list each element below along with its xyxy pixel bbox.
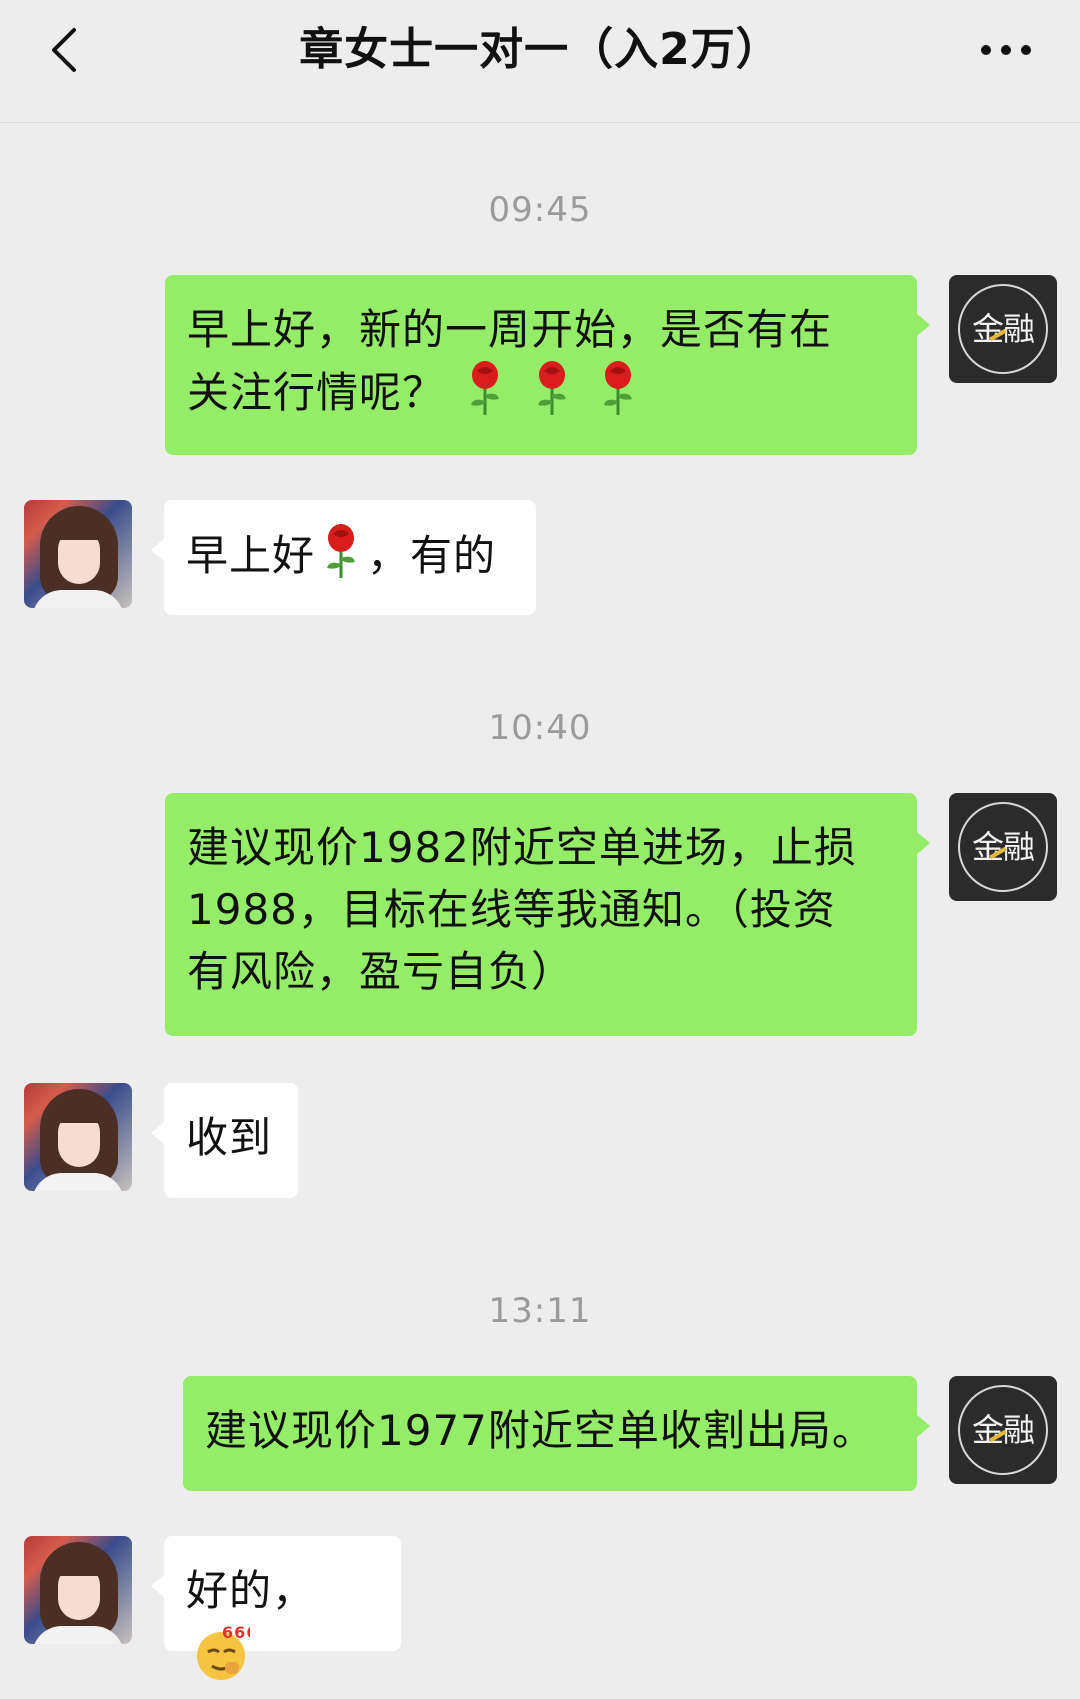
message-text: 早上好 xyxy=(186,531,316,580)
message-timestamp: 09:45 xyxy=(488,190,592,230)
outgoing-message-bubble[interactable]: 建议现价1982附近空单进场，止损 1988，目标在线等我通知。（投资 有风险，… xyxy=(165,793,930,1036)
incoming-message-bubble[interactable]: 好的， 666 xyxy=(151,1536,401,1680)
top-nav-bar: 章女士一对一（入2万） xyxy=(0,0,1080,123)
message-text: 建议现价1977附近空单收割出局。 xyxy=(205,1406,875,1455)
rose-emoji xyxy=(532,361,572,434)
svg-text:666: 666 xyxy=(222,1623,250,1642)
message-text-line: 早上好，新的一周开始，是否有在 xyxy=(187,305,833,354)
more-button[interactable] xyxy=(976,26,1036,74)
user-photo-avatar[interactable] xyxy=(24,1536,132,1644)
finance-logo-avatar[interactable]: 金融 xyxy=(949,793,1057,901)
incoming-message-bubble[interactable]: 早上好 ，有的 xyxy=(151,500,536,615)
rose-emoji xyxy=(598,361,638,434)
message-text: 收到 xyxy=(186,1113,273,1162)
finance-logo-avatar[interactable]: 金融 xyxy=(949,275,1057,383)
user-photo-avatar[interactable] xyxy=(24,1083,132,1191)
outgoing-message-bubble[interactable]: 早上好，新的一周开始，是否有在 关注行情呢？ xyxy=(165,275,930,455)
message-timestamp: 13:11 xyxy=(488,1291,592,1331)
message-text-line: 有风险，盈亏自负） xyxy=(187,947,575,996)
message-text: 好的， xyxy=(186,1566,316,1615)
rose-emoji xyxy=(465,361,505,434)
message-text-line: 1988，目标在线等我通知。（投资 xyxy=(187,885,836,934)
rose-emoji xyxy=(321,524,361,597)
finance-logo-avatar[interactable]: 金融 xyxy=(949,1376,1057,1484)
message-timestamp: 10:40 xyxy=(488,708,592,748)
666-emoji: 666 xyxy=(192,1622,257,1699)
message-text-line: 建议现价1982附近空单进场，止损 xyxy=(187,823,857,872)
chat-title: 章女士一对一（入2万） xyxy=(299,24,781,75)
incoming-message-bubble[interactable]: 收到 xyxy=(151,1083,298,1198)
message-text-line: 关注行情呢？ xyxy=(187,361,895,434)
message-text: ，有的 xyxy=(367,531,497,580)
user-photo-avatar[interactable] xyxy=(24,500,132,608)
outgoing-message-bubble[interactable]: 建议现价1977附近空单收割出局。 xyxy=(183,1376,930,1491)
more-horizontal-icon xyxy=(981,45,1031,55)
